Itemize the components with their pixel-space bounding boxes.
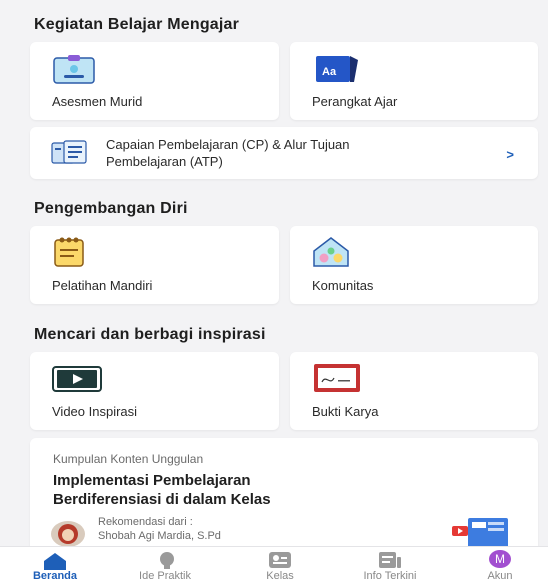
card-asesmen-murid[interactable]: Asesmen Murid (30, 42, 279, 120)
nav-info-terkini[interactable]: Info Terkini (345, 547, 435, 583)
chevron-right-icon: > (506, 147, 514, 162)
card-label: Komunitas (312, 278, 374, 293)
nav-label: Beranda (32, 570, 78, 582)
nav-label: Info Terkini (363, 570, 417, 582)
nav-akun[interactable]: M Akun (470, 547, 530, 583)
section-title-kbm: Kegiatan Belajar Mengajar (34, 16, 240, 33)
document-list-icon (50, 139, 90, 172)
card-cp-atp-line2: Pembelajaran (ATP) (106, 154, 223, 169)
card-perangkat-ajar[interactable]: Aa Perangkat Ajar (290, 42, 538, 120)
card-cp-atp-line1: Capaian Pembelajaran (CP) & Alur Tujuan (106, 137, 350, 152)
featured-title-line2: Berdiferensiasi di dalam Kelas (53, 491, 271, 508)
card-label: Pelatihan Mandiri (52, 278, 153, 293)
play-icon (52, 366, 102, 397)
nav-ide-praktik[interactable]: Ide Praktik (125, 547, 205, 583)
book-icon: Aa (312, 54, 362, 89)
section-title-inspirasi: Mencari dan berbagi inspirasi (34, 326, 266, 343)
card-konten-unggulan[interactable]: Kumpulan Konten Unggulan Implementasi Pe… (30, 438, 538, 558)
home-screen: Kegiatan Belajar Mengajar Asesmen Murid … (0, 0, 548, 583)
card-komunitas[interactable]: Komunitas (290, 226, 538, 304)
card-label: Video Inspirasi (52, 404, 138, 419)
card-cp-atp[interactable]: Capaian Pembelajaran (CP) & Alur Tujuan … (30, 127, 538, 179)
house-icon (312, 236, 350, 273)
featured-kicker: Kumpulan Konten Unggulan (53, 452, 204, 466)
clipboard-icon (52, 54, 98, 89)
section-title-pengembangan: Pengembangan Diri (34, 200, 188, 217)
card-video-inspirasi[interactable]: Video Inspirasi (30, 352, 279, 430)
recommend-name: Shobah Agi Mardia, S.Pd (98, 530, 221, 542)
nav-beranda[interactable]: Beranda (20, 547, 90, 583)
card-label: Bukti Karya (312, 404, 379, 419)
avatar-icon: M (489, 550, 511, 568)
card-label: Asesmen Murid (52, 94, 143, 109)
nav-label: Ide Praktik (139, 570, 191, 582)
nav-label: Kelas (266, 570, 294, 582)
card-label: Perangkat Ajar (312, 94, 398, 109)
card-pelatihan-mandiri[interactable]: Pelatihan Mandiri (30, 226, 279, 304)
featured-title-line1: Implementasi Pembelajaran (53, 472, 251, 489)
card-bukti-karya[interactable]: Bukti Karya (290, 352, 538, 430)
nav-label: Akun (487, 570, 513, 582)
nav-kelas[interactable]: Kelas (245, 547, 315, 583)
bottom-nav: Beranda Ide Praktik Kelas Info Terkini M… (0, 546, 548, 583)
notepad-icon (52, 236, 86, 273)
certificate-icon (312, 362, 362, 399)
avatar (51, 521, 85, 547)
recommend-label: Rekomendasi dari : (98, 516, 193, 528)
svg-text:Aa: Aa (322, 66, 337, 78)
